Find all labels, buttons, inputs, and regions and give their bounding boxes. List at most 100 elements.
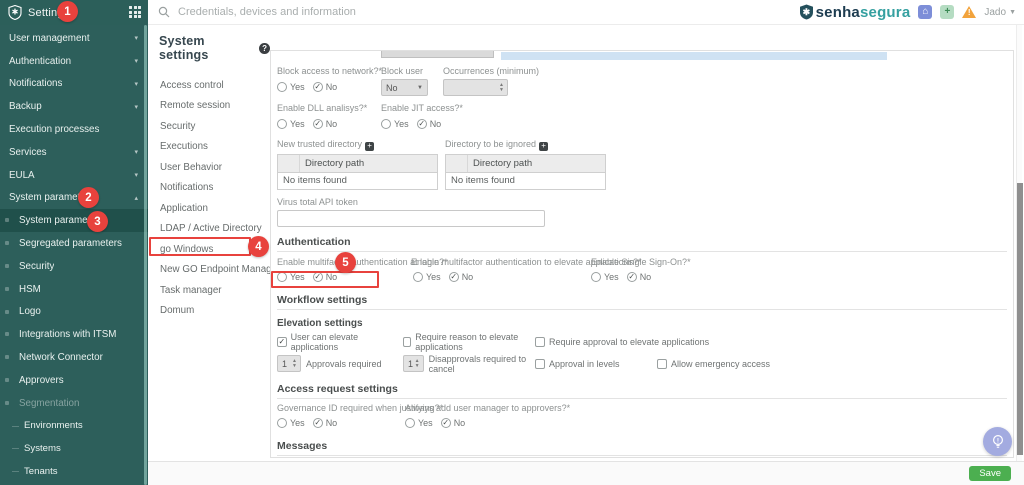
settings-nav-domum[interactable]: Domum [148,301,270,322]
section-header: Access request settings [277,383,1007,399]
approval-levels-checkbox[interactable]: Approval in levels [535,358,620,369]
sidebar-item-integrations-with-itsm[interactable]: Integrations with ITSM [0,323,148,346]
sidebar-scrollbar[interactable] [144,25,147,485]
radio-no-checked[interactable]: ✓ No [448,272,473,282]
help-tips-fab[interactable]: ! [983,427,1012,456]
settings-nav-ldap-active-directory[interactable]: LDAP / Active Directory [148,219,270,240]
bullet-icon [5,241,9,246]
stepper-down-icon[interactable]: ▼ [292,364,297,369]
clipped-select[interactable] [381,51,494,58]
sidebar-item-execution-processes[interactable]: Execution processes [0,118,148,141]
apps-grid-icon[interactable] [129,6,142,19]
settings-nav-security[interactable]: Security [148,116,270,137]
field-label: Disapprovals required to cancel [428,353,527,374]
radio-no-checked[interactable]: ✓ No [312,118,337,129]
virus-token-input[interactable] [277,209,545,227]
svg-text:!: ! [996,437,998,444]
page-scrollbar-thumb[interactable] [1017,183,1023,455]
add-icon[interactable]: + [365,141,375,151]
bullet-icon [5,355,9,360]
sidebar-item-backup[interactable]: Backup ▾ [0,95,148,118]
sidebar-item-notifications[interactable]: Notifications ▾ [0,73,148,96]
radio-yes[interactable]: Yes [381,118,409,129]
sidebar-item-system-parameters[interactable]: System parameters [0,209,148,233]
manager-approver-radio-group: Yes ✓ No [405,416,570,431]
sidebar-item-tenants[interactable]: Tenants [0,460,148,483]
radio-yes[interactable]: Yes [413,272,441,282]
radio-no-checked[interactable]: ✓ No [416,118,441,129]
radio-no-checked[interactable]: ✓ No [312,81,337,92]
sidebar-item-segmentation[interactable]: Segmentation [0,392,148,415]
field-label: Block user [381,66,424,76]
nav-item-label: Notifications [160,182,214,194]
ignored-directory-table: Directory path No items found [445,153,606,190]
annotation-box-endpoint-manager [149,237,251,256]
annotation-box-user-can-elevate [271,271,379,288]
settings-nav-executions[interactable]: Executions [148,137,270,158]
search-input[interactable]: Credentials, devices and information [178,6,356,18]
warning-icon[interactable] [962,6,977,18]
help-icon[interactable]: ? [259,42,270,54]
settings-nav-access-control[interactable]: Access control [148,75,270,96]
sidebar-item-hsm[interactable]: HSM [0,278,148,301]
sidebar-item-approvers[interactable]: Approvers [0,369,148,392]
field-label: Governance ID required when justifying?* [277,402,444,413]
subsection-header: Elevation settings [277,317,363,329]
user-name: Jado [984,6,1007,18]
nav-item-label: Remote session [160,100,231,112]
require-approval-checkbox[interactable]: Require approval to elevate applications [535,337,709,347]
stepper-down-icon[interactable]: ▼ [415,364,420,369]
radio-no-checked[interactable]: ✓ No [312,418,337,428]
home-icon[interactable]: ⌂ [918,5,933,19]
radio-yes[interactable]: Yes [277,118,305,129]
radio-yes[interactable]: Yes [277,418,305,428]
plus-icon[interactable]: + [940,5,955,19]
bullet-icon [5,286,9,291]
radio-no-checked[interactable]: ✓ No [626,272,651,282]
sidebar-item-environments[interactable]: Environments [0,415,148,438]
approvals-required-stepper[interactable]: 1 ▲ ▼ [277,355,301,372]
sidebar-item-user-management[interactable]: User management ▾ [0,27,148,50]
stepper-down-icon[interactable]: ▼ [499,88,504,93]
save-button[interactable]: Save [969,466,1011,481]
sidebar-item-network-connector[interactable]: Network Connector [0,346,148,369]
sidebar-item-authentication[interactable]: Authentication ▾ [0,50,148,73]
add-icon[interactable]: + [539,141,549,151]
sidebar-item-services[interactable]: Services ▾ [0,141,148,164]
sidebar-item-system-parameters[interactable]: System parameters ▴ [0,187,148,210]
settings-nav-application[interactable]: Application [148,198,270,219]
emergency-access-checkbox[interactable]: Allow emergency access [657,358,770,369]
form-footer: Save [148,461,1024,485]
field-label: Directory to be ignored + [445,139,606,151]
radio-yes[interactable]: Yes [591,272,619,282]
nav-item-label: LDAP / Active Directory [160,223,262,235]
settings-nav-notifications[interactable]: Notifications [148,178,270,199]
field-label: Approvals required [306,358,382,369]
sidebar-item-eula[interactable]: EULA ▾ [0,164,148,187]
radio-yes[interactable]: Yes [277,81,305,92]
settings-nav-new-go-endpoint-manager[interactable]: New GO Endpoint Manager [148,260,270,281]
sidebar-item-systems[interactable]: Systems [0,437,148,460]
block-user-select[interactable]: No ▼ [381,79,428,96]
svg-text:✱: ✱ [802,7,810,17]
settings-nav-user-behavior[interactable]: User Behavior [148,157,270,178]
disapprovals-stepper[interactable]: 1 ▲ ▼ [403,355,424,372]
sidebar-item-segregated-parameters[interactable]: Segregated parameters [0,232,148,255]
require-reason-checkbox[interactable]: Require reason to elevate applications [403,332,535,352]
chevron-down-icon: ▾ [134,35,138,43]
senhasegura-logo-icon: ✱ [799,4,813,20]
user-can-elevate-checkbox[interactable]: ✓ User can elevate applications [277,332,403,352]
sidebar-item-label: Environments [24,420,83,432]
radio-yes[interactable]: Yes [405,418,433,428]
bullet-icon [5,377,9,382]
occurrences-stepper[interactable]: ▲ ▼ [443,79,508,96]
radio-no-checked[interactable]: ✓ No [440,418,465,428]
user-menu[interactable]: Jado ▼ [984,7,1016,18]
enable-dll-radio-group: Yes ✓ No [277,116,381,131]
section-header: Messages [277,440,1007,456]
sidebar-item-security[interactable]: Security [0,255,148,278]
page-scrollbar [1016,25,1023,461]
settings-nav-remote-session[interactable]: Remote session [148,96,270,117]
sidebar-item-logo[interactable]: Logo [0,301,148,324]
settings-nav-task-manager[interactable]: Task manager [148,280,270,301]
